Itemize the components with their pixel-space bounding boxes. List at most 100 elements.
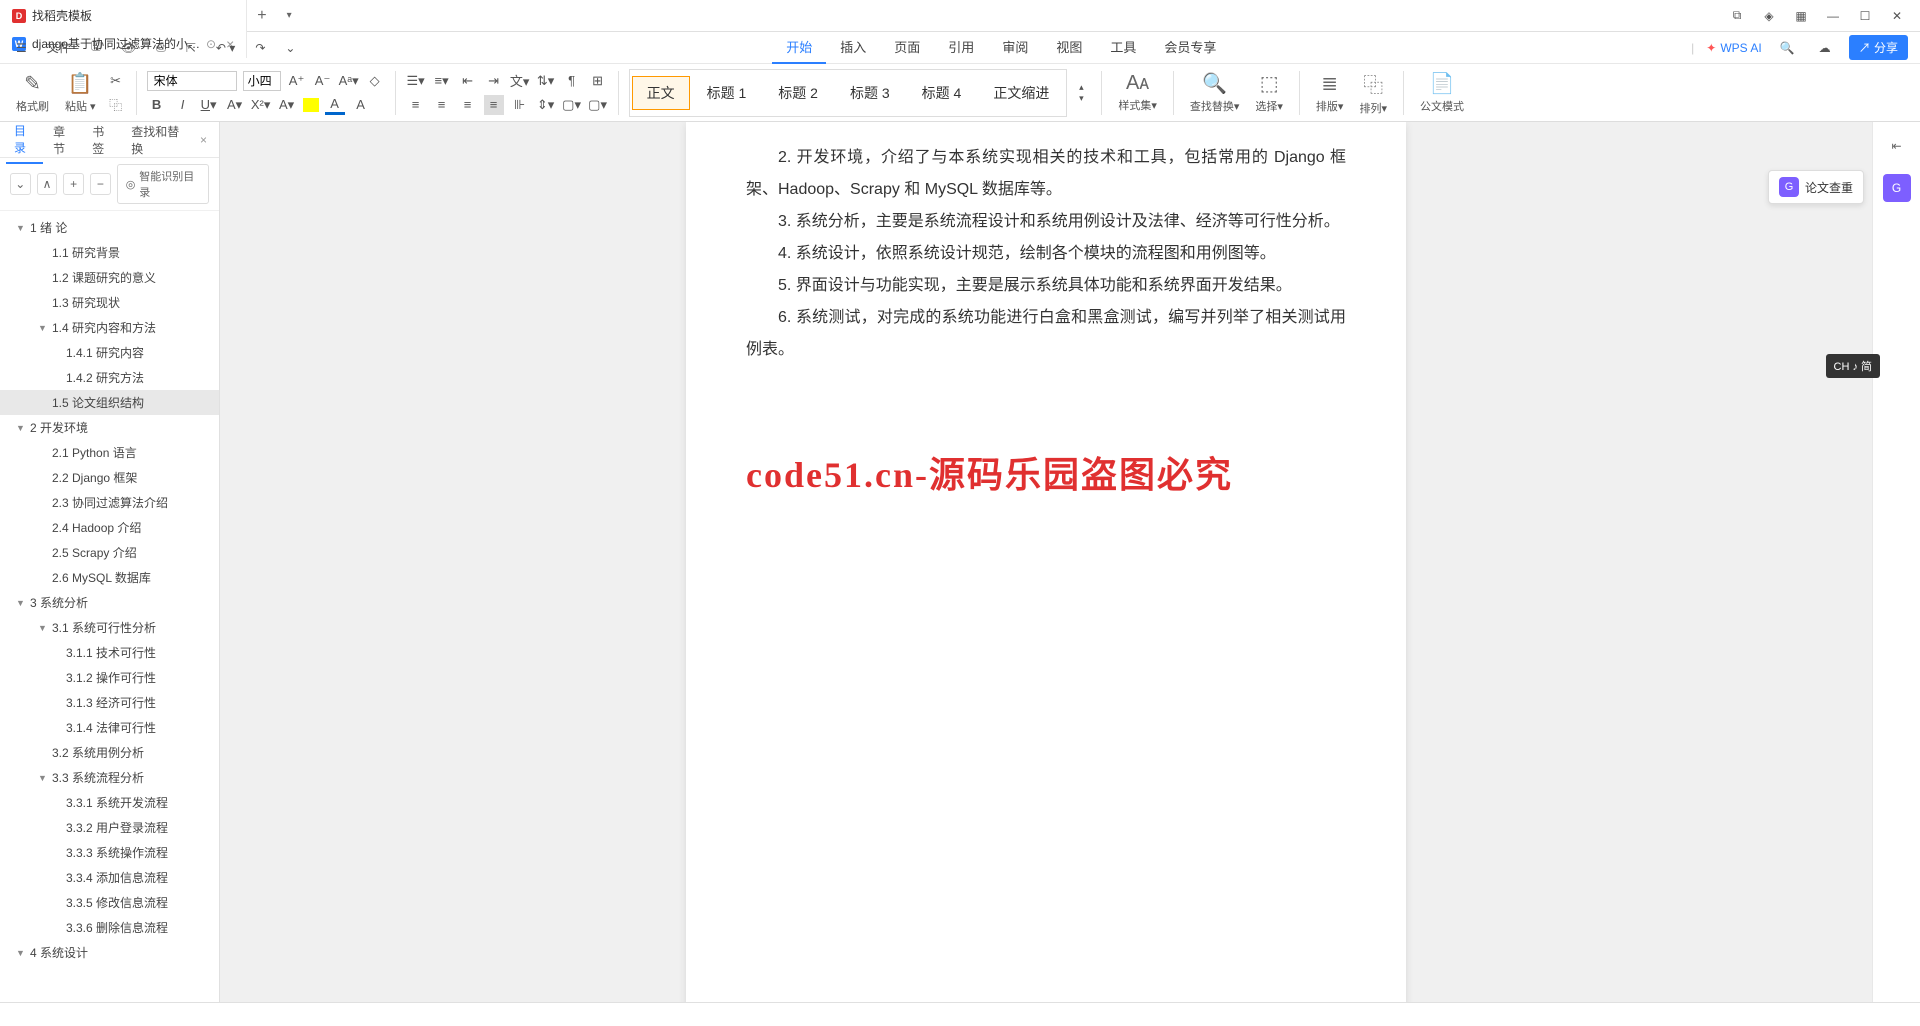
outline-item[interactable]: 2.2 Django 框架: [0, 465, 219, 490]
outline-item[interactable]: 3.1.3 经济可行性: [0, 690, 219, 715]
outline-up-button[interactable]: ∧: [37, 173, 58, 195]
outline-item[interactable]: 3.3.1 系统开发流程: [0, 790, 219, 815]
outline-item[interactable]: 2.6 MySQL 数据库: [0, 565, 219, 590]
font-effect-button[interactable]: A▾: [277, 95, 297, 115]
decrease-indent-button[interactable]: ⇤: [458, 71, 478, 91]
style-gallery-item[interactable]: 标题 2: [763, 76, 833, 110]
redo-button[interactable]: ↷: [249, 37, 271, 59]
outline-item[interactable]: ▼1 绪 论: [0, 215, 219, 240]
style-gallery-item[interactable]: 正文: [632, 76, 690, 110]
sort-button[interactable]: ⇅▾: [536, 71, 556, 91]
hamburger-icon[interactable]: ☰: [10, 37, 33, 59]
text-direction-button[interactable]: 文▾: [510, 71, 530, 91]
outline-item[interactable]: 3.3.3 系统操作流程: [0, 840, 219, 865]
sidebar-tab[interactable]: 查找和替换: [123, 117, 192, 163]
doc-mode-button[interactable]: 📄公文模式: [1414, 71, 1470, 114]
bold-button[interactable]: B: [147, 95, 167, 115]
paper-check-badge[interactable]: G 论文查重: [1768, 170, 1864, 204]
style-gallery-item[interactable]: 正文缩进: [978, 76, 1064, 110]
outline-item[interactable]: ▼3 系统分析: [0, 590, 219, 615]
clear-format-icon[interactable]: ◇: [365, 71, 385, 91]
arrange-button[interactable]: ⿻排列▾: [1353, 69, 1393, 116]
outline-caret-icon[interactable]: ▼: [38, 623, 52, 633]
outline-item[interactable]: 1.3 研究现状: [0, 290, 219, 315]
align-left-button[interactable]: ≡: [406, 95, 426, 115]
format-brush-button[interactable]: ✎格式刷: [10, 71, 55, 114]
undo-button[interactable]: ↶ ▾: [210, 37, 241, 59]
layout-button[interactable]: ⊞: [588, 71, 608, 91]
smart-outline-button[interactable]: ◎ 智能识别目录: [117, 164, 209, 204]
rail-expand-icon[interactable]: ⇤: [1883, 132, 1911, 160]
decrease-font-icon[interactable]: A⁻: [313, 71, 333, 91]
outline-item[interactable]: 3.2 系统用例分析: [0, 740, 219, 765]
window-apps-icon[interactable]: ▦: [1792, 7, 1810, 25]
outline-caret-icon[interactable]: ▼: [16, 598, 30, 608]
style-gallery-item[interactable]: 标题 3: [835, 76, 905, 110]
ribbon-tab[interactable]: 视图: [1042, 31, 1096, 64]
font-size-select[interactable]: [243, 71, 281, 91]
outline-item[interactable]: ▼3.1 系统可行性分析: [0, 615, 219, 640]
search-icon[interactable]: 🔍: [1774, 37, 1801, 59]
document-tab[interactable]: D找稻壳模板: [0, 2, 247, 30]
document-viewport[interactable]: ⋮⋮ 2. 开发环境，介绍了与本系统实现相关的技术和工具，包括常用的 Djang…: [220, 122, 1872, 1026]
highlight-button[interactable]: [303, 98, 319, 112]
outline-caret-icon[interactable]: ▼: [16, 223, 30, 233]
print-preview-icon[interactable]: 👁: [115, 37, 142, 59]
outline-item[interactable]: 2.5 Scrapy 介绍: [0, 540, 219, 565]
history-dropdown[interactable]: ⌄: [279, 37, 301, 59]
outline-item[interactable]: 3.1.1 技术可行性: [0, 640, 219, 665]
style-gallery[interactable]: 正文标题 1标题 2标题 3标题 4正文缩进: [629, 69, 1068, 117]
show-marks-button[interactable]: ¶: [562, 71, 582, 91]
sidebar-tab[interactable]: 书签: [84, 117, 121, 163]
find-replace-button[interactable]: 🔍查找替换▾: [1184, 71, 1246, 114]
outline-item[interactable]: 3.3.4 添加信息流程: [0, 865, 219, 890]
line-spacing-button[interactable]: ⇕▾: [536, 95, 556, 115]
increase-font-icon[interactable]: A⁺: [287, 71, 307, 91]
select-button[interactable]: ⬚选择▾: [1249, 71, 1289, 114]
ribbon-tab[interactable]: 会员专享: [1150, 31, 1230, 64]
maximize-button[interactable]: ☐: [1856, 7, 1874, 25]
outline-item[interactable]: 3.1.4 法律可行性: [0, 715, 219, 740]
font-family-select[interactable]: [147, 71, 237, 91]
outline-item[interactable]: 1.1 研究背景: [0, 240, 219, 265]
ribbon-tab[interactable]: 插入: [826, 31, 880, 64]
sidebar-tab[interactable]: 目录: [6, 116, 43, 164]
ribbon-tab[interactable]: 审阅: [988, 31, 1042, 64]
outline-item[interactable]: 1.4.2 研究方法: [0, 365, 219, 390]
strikethrough-button[interactable]: A▾: [225, 95, 245, 115]
close-button[interactable]: ✕: [1888, 7, 1906, 25]
outline-item[interactable]: 2.3 协同过滤算法介绍: [0, 490, 219, 515]
bullets-button[interactable]: ☰▾: [406, 71, 426, 91]
tab-menu-button[interactable]: ▾: [277, 10, 302, 21]
borders-button[interactable]: ▢▾: [588, 95, 608, 115]
change-case-icon[interactable]: Aᵃ▾: [339, 71, 359, 91]
outline-add-button[interactable]: +: [63, 173, 84, 195]
outline-item[interactable]: 2.1 Python 语言: [0, 440, 219, 465]
outline-item[interactable]: 2.4 Hadoop 介绍: [0, 515, 219, 540]
style-gallery-expand[interactable]: ▴▾: [1071, 83, 1091, 103]
shading-button[interactable]: ▢▾: [562, 95, 582, 115]
outline-caret-icon[interactable]: ▼: [16, 948, 30, 958]
sidebar-close-icon[interactable]: ×: [194, 133, 213, 147]
outline-collapse-button[interactable]: ⌄: [10, 173, 31, 195]
ribbon-tab[interactable]: 引用: [934, 31, 988, 64]
minimize-button[interactable]: —: [1824, 7, 1842, 25]
outline-item[interactable]: ▼3.3 系统流程分析: [0, 765, 219, 790]
share-button[interactable]: ↗ 分享: [1849, 35, 1908, 60]
italic-button[interactable]: I: [173, 95, 193, 115]
numbering-button[interactable]: ≡▾: [432, 71, 452, 91]
outline-caret-icon[interactable]: ▼: [38, 773, 52, 783]
sidebar-tab[interactable]: 章节: [45, 117, 82, 163]
outline-item[interactable]: ▼1.4 研究内容和方法: [0, 315, 219, 340]
outline-item[interactable]: 3.1.2 操作可行性: [0, 665, 219, 690]
add-tab-button[interactable]: +: [247, 7, 276, 25]
font-color-button[interactable]: A: [325, 95, 345, 115]
outline-item[interactable]: 3.3.6 删除信息流程: [0, 915, 219, 940]
ribbon-tab[interactable]: 工具: [1096, 31, 1150, 64]
cut-icon[interactable]: ✂: [106, 71, 126, 91]
outline-remove-button[interactable]: −: [90, 173, 111, 195]
ribbon-tab[interactable]: 页面: [880, 31, 934, 64]
ribbon-tab[interactable]: 开始: [772, 31, 826, 64]
wps-ai-button[interactable]: ✦WPS AI: [1706, 41, 1761, 55]
outline-item[interactable]: 1.5 论文组织结构: [0, 390, 219, 415]
